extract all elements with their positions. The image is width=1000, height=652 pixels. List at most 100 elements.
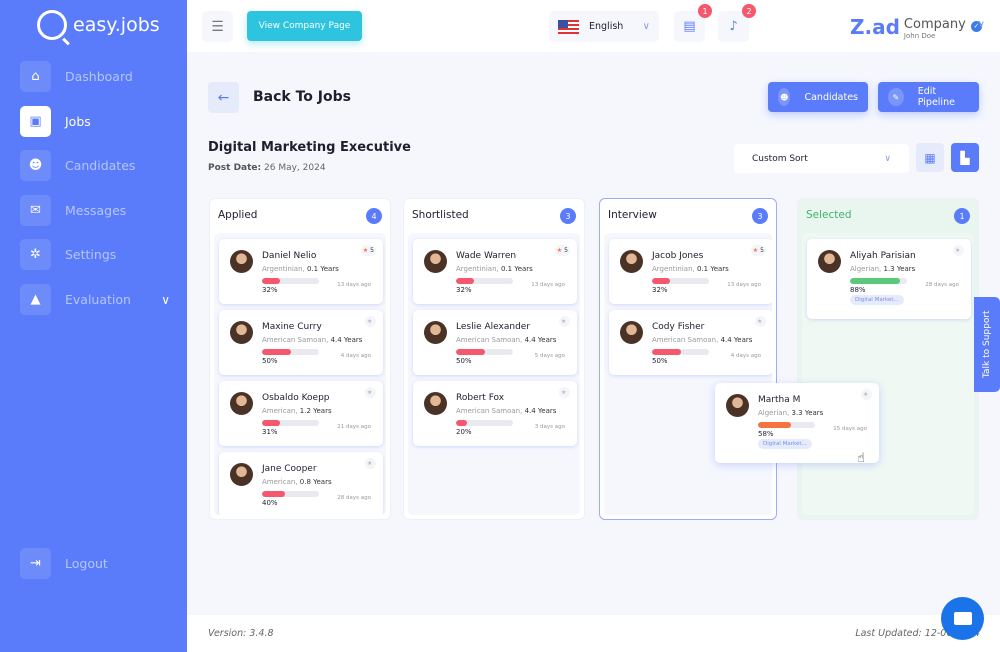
page-title: Back To Jobs: [253, 89, 351, 105]
live-chat-button[interactable]: [941, 597, 984, 640]
language-select[interactable]: English ∨: [549, 11, 659, 42]
nationality: American Samoan: [652, 336, 717, 344]
sidebar-item-candidates[interactable]: ☻ Candidates: [20, 150, 170, 182]
applied-ago: 21 days ago: [337, 424, 371, 430]
back-button[interactable]: ←: [208, 82, 239, 113]
notifications-badge: 2: [742, 4, 756, 18]
candidates-button[interactable]: ☻ Candidates: [768, 82, 868, 112]
sidebar-item-evaluation[interactable]: ▲ Evaluation ∨: [20, 284, 170, 315]
candidate-card[interactable]: Robert Fox American Samoan, 4.4 Years 20…: [413, 381, 577, 446]
rating-button[interactable]: ★ 5: [554, 245, 570, 256]
column-dropzone[interactable]: Jacob Jones Argentinian, 0.1 Years 32% 1…: [604, 233, 772, 515]
rating-button[interactable]: ★ 5: [750, 245, 766, 256]
star-icon: ★: [362, 247, 369, 254]
sidebar-item-dashboard[interactable]: ⌂ Dashboard: [20, 61, 170, 92]
rating-button[interactable]: ★: [861, 389, 872, 400]
candidate-name[interactable]: Robert Fox: [456, 393, 504, 403]
column-title: Applied: [218, 209, 258, 221]
sidebar-item-jobs[interactable]: ▣ Jobs: [20, 105, 170, 137]
rating-button[interactable]: ★ 5: [360, 245, 376, 256]
grid-view-button[interactable]: ▦: [916, 143, 944, 172]
rating-button[interactable]: ★: [755, 316, 766, 327]
candidate-card[interactable]: Jacob Jones Argentinian, 0.1 Years 32% 1…: [609, 239, 772, 304]
column-title: Interview: [608, 209, 657, 221]
pipeline-column-applied: Applied 4 Daniel Nelio Argentinian, 0.1 Y…: [209, 198, 391, 520]
candidate-card[interactable]: Osbaldo Koepp American, 1.2 Years 31% 21…: [219, 381, 383, 446]
experience: 4.4 Years: [524, 336, 557, 344]
star-icon: ★: [561, 318, 567, 325]
column-dropzone[interactable]: Aliyah Parisian Algerian, 1.3 Years 88% …: [802, 233, 974, 515]
score-bar: [262, 420, 319, 426]
candidate-card[interactable]: Cody Fisher American Samoan, 4.4 Years 5…: [609, 310, 772, 375]
pipeline-view-button[interactable]: ▙: [951, 143, 979, 172]
applied-ago: 28 days ago: [337, 495, 371, 501]
rating-button[interactable]: ★: [559, 316, 570, 327]
score-label: 50%: [652, 357, 668, 365]
score-fill: [262, 349, 291, 355]
candidate-card[interactable]: Jane Cooper American, 0.8 Years 40% 28 d…: [219, 452, 383, 515]
score-label: 32%: [456, 286, 472, 294]
candidate-meta: American Samoan, 4.4 Years: [262, 336, 363, 344]
candidate-name[interactable]: Cody Fisher: [652, 322, 704, 332]
dragging-candidate-card[interactable]: Martha M Algerian, 3.3 Years 58% 15 days…: [715, 383, 879, 463]
talk-to-support-button[interactable]: Talk to Support: [974, 297, 1000, 392]
rating-button[interactable]: ★: [559, 387, 570, 398]
candidate-card[interactable]: Leslie Alexander American Samoan, 4.4 Ye…: [413, 310, 577, 375]
sidebar-item-messages[interactable]: ✉ Messages: [20, 194, 170, 226]
column-dropzone[interactable]: Daniel Nelio Argentinian, 0.1 Years 32% …: [214, 233, 386, 515]
job-tag: Digital Market...: [758, 439, 812, 449]
rating-button[interactable]: ★: [953, 245, 964, 256]
company-logo: Z.ad: [850, 14, 900, 39]
brand-logo[interactable]: easy.jobs: [37, 10, 160, 40]
column-dropzone[interactable]: Wade Warren Argentinian, 0.1 Years 32% 1…: [408, 233, 580, 515]
candidate-name[interactable]: Aliyah Parisian: [850, 251, 916, 261]
candidate-name[interactable]: Maxine Curry: [262, 322, 322, 332]
sidebar-item-label: Dashboard: [65, 69, 133, 84]
candidate-name[interactable]: Martha M: [758, 395, 800, 405]
post-date-label: Post Date:: [208, 163, 262, 173]
messages-button[interactable]: ▤ 1: [674, 4, 712, 42]
sidebar-item-settings[interactable]: ✲ Settings: [20, 239, 170, 271]
nationality: American Samoan: [456, 407, 521, 415]
score-fill: [262, 278, 281, 284]
sort-select[interactable]: Custom Sort ∨: [734, 144, 909, 173]
view-company-page-button[interactable]: View Company Page: [247, 11, 362, 41]
sidebar-item-logout[interactable]: ⇥ Logout: [20, 548, 170, 579]
rating-button[interactable]: ★: [365, 316, 376, 327]
score-label: 31%: [262, 428, 278, 436]
pipeline-column-selected: Selected 1 Aliyah Parisian Algerian, 1.3 …: [797, 198, 979, 520]
edit-pipeline-label: Edit Pipeline: [917, 86, 955, 108]
candidate-name[interactable]: Jacob Jones: [652, 251, 703, 261]
candidate-name[interactable]: Leslie Alexander: [456, 322, 530, 332]
rating-button[interactable]: ★: [365, 387, 376, 398]
nationality: Argentinian: [652, 265, 693, 273]
experience: 4.4 Years: [524, 407, 557, 415]
candidate-name[interactable]: Daniel Nelio: [262, 251, 316, 261]
notifications-button[interactable]: ♪ 2: [718, 4, 756, 42]
chevron-down-icon: ∨: [642, 21, 650, 32]
candidate-name[interactable]: Wade Warren: [456, 251, 516, 261]
applied-ago: 13 days ago: [337, 282, 371, 288]
candidate-card[interactable]: Daniel Nelio Argentinian, 0.1 Years 32% …: [219, 239, 383, 304]
score-bar: [262, 349, 319, 355]
company-switcher[interactable]: Z.ad Company ✓ John Doe: [850, 13, 982, 40]
applied-ago: 4 days ago: [730, 353, 761, 359]
column-count-badge: 4: [366, 208, 382, 224]
menu-toggle-button[interactable]: ☰: [202, 11, 233, 42]
candidate-card[interactable]: Aliyah Parisian Algerian, 1.3 Years 88% …: [807, 239, 971, 319]
score-bar: [652, 349, 709, 355]
applied-ago: 13 days ago: [531, 282, 565, 288]
candidate-card[interactable]: Wade Warren Argentinian, 0.1 Years 32% 1…: [413, 239, 577, 304]
nationality: American Samoan: [262, 336, 327, 344]
edit-pipeline-button[interactable]: ✎ Edit Pipeline: [878, 82, 979, 112]
score-fill: [758, 422, 792, 428]
candidate-name[interactable]: Osbaldo Koepp: [262, 393, 330, 403]
rating-button[interactable]: ★: [365, 458, 376, 469]
score-fill: [456, 420, 468, 426]
candidate-name[interactable]: Jane Cooper: [262, 464, 317, 474]
chevron-down-icon[interactable]: ∨: [161, 293, 170, 307]
chevron-down-icon[interactable]: ∨: [978, 19, 985, 30]
score-label: 88%: [850, 286, 866, 294]
candidate-card[interactable]: Maxine Curry American Samoan, 4.4 Years …: [219, 310, 383, 375]
score-bar: [758, 422, 815, 428]
